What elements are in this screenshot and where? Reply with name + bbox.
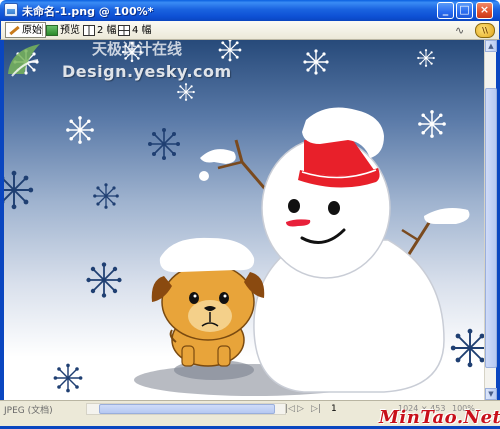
snowflake-dark [92, 182, 120, 210]
tab-preview-label: 预览 [60, 24, 80, 36]
status-bar: JPEG (文档) |◁ ▷ ▷| 1 1024 × 453 100% MinT… [0, 400, 500, 429]
pencil-icon [8, 25, 20, 36]
next-frame-icon[interactable]: ▷| [311, 404, 321, 414]
vertical-scrollbar[interactable]: ▲ ▼ [484, 40, 497, 400]
maximize-button[interactable]: □ [456, 2, 473, 19]
vertical-scroll-thumb[interactable] [485, 88, 497, 368]
tab-four-up[interactable]: 4 幅 [116, 22, 155, 38]
view-toolbar: 原始 预览 2 幅 4 幅 ∿ \\ [0, 21, 500, 40]
snowflake [218, 40, 242, 62]
snowflake [416, 48, 436, 68]
first-frame-icon[interactable]: |◁ [285, 404, 295, 414]
tab-four-up-label: 4 幅 [132, 24, 152, 36]
tab-original[interactable]: 原始 [5, 22, 46, 38]
scroll-up-arrow-icon[interactable]: ▲ [485, 40, 497, 52]
snowflake [302, 48, 330, 76]
snowflake [417, 109, 447, 139]
minimize-button[interactable]: _ [437, 2, 454, 19]
brand-watermark: MinTao.Net [379, 407, 500, 428]
tab-preview[interactable]: 预览 [44, 22, 83, 38]
preview-icon [46, 24, 58, 36]
page-number: 1 [331, 404, 337, 414]
tab-original-label: 原始 [22, 24, 42, 36]
play-icon[interactable]: ▷ [297, 404, 304, 414]
snowflake-dark [449, 327, 484, 369]
four-up-icon [118, 24, 130, 36]
two-up-icon [83, 24, 95, 36]
snowman-illustration [4, 40, 484, 396]
horizontal-scrollbar[interactable] [86, 403, 286, 415]
watermark-chinese-text: 天极设计在线 [92, 40, 183, 58]
title-bar: 未命名-1.png @ 100%* _ □ × [0, 0, 500, 21]
snowflake-dark [85, 261, 123, 299]
watermark-site-text: Design.yesky.com [62, 62, 232, 81]
tab-two-up-label: 2 幅 [97, 24, 117, 36]
horizontal-scroll-thumb[interactable] [99, 404, 275, 414]
snowflake-dark [4, 169, 35, 211]
scroll-down-arrow-icon[interactable]: ▼ [485, 388, 497, 400]
close-button[interactable]: × [476, 2, 493, 19]
tab-two-up[interactable]: 2 幅 [81, 22, 120, 38]
window-title: 未命名-1.png @ 100%* [22, 5, 154, 18]
snowflake [176, 82, 196, 102]
optimize-icon[interactable]: ∿ [455, 24, 464, 37]
snowflake-dark [147, 127, 181, 161]
snowflake [65, 115, 95, 145]
file-type-label: JPEG (文档) [4, 406, 53, 416]
toolbar-divider [42, 24, 43, 36]
snowflake-dark [52, 362, 84, 394]
image-file-icon [4, 3, 18, 17]
image-canvas[interactable]: 天极设计在线 Design.yesky.com [4, 40, 484, 400]
watermark-logo-icon [8, 44, 40, 77]
export-icon[interactable]: \\ [475, 23, 495, 38]
